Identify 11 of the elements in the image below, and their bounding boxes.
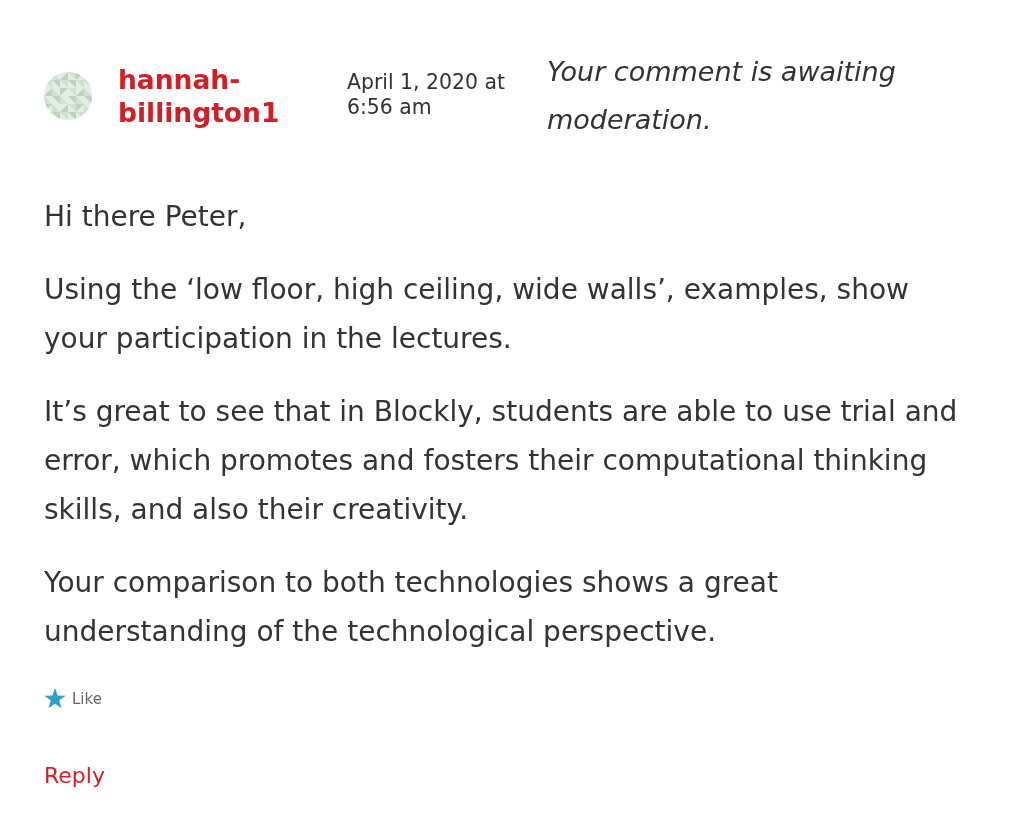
comment-paragraph: Using the ‘low floor, high ceiling, wide walls’, examples, show your participation in the lectures. (44, 272, 910, 357)
avatar-icon (44, 72, 92, 120)
comment-paragraph: Your comparison to both technologies shows a great understanding of the technological perspective. (44, 565, 779, 650)
comment-paragraph: Hi there Peter, (44, 199, 248, 235)
like-button[interactable]: Like (44, 688, 102, 709)
reply-link[interactable]: Reply (44, 761, 105, 791)
comment-date: April 1, 2020 at 6:56 am (347, 69, 506, 120)
star-icon (44, 688, 66, 709)
moderation-note: Your comment is awaiting moderation. (547, 55, 897, 137)
author-link[interactable]: hannah-billington1 (118, 48, 318, 129)
comment-paragraph: It’s great to see that in Blockly, students are able to use trial and error, which promotes and fosters their computational thinking skills, and also their creativity. (44, 394, 959, 528)
